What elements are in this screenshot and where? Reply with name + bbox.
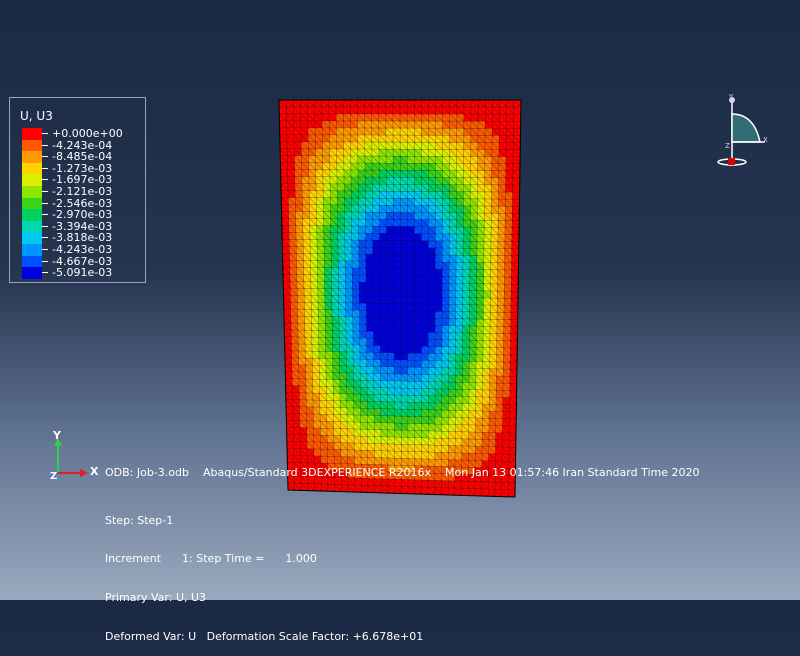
legend-tick: [42, 249, 48, 250]
contour-legend: U, U3 +0.000e+00 -4.243e-04 -8.485e-04 -1.2…: [9, 97, 146, 283]
legend-tick: [42, 144, 48, 146]
step-info: Step: Step-1: [105, 514, 174, 527]
legend-swatch: [22, 162, 42, 175]
legend-swatch: [22, 151, 42, 163]
legend-tick: [42, 272, 48, 274]
legend-tick: [42, 225, 48, 227]
compass-y-label: Y: [728, 93, 734, 101]
legend-tick: [42, 133, 48, 134]
primary-var-info: Primary Var: U, U3: [105, 591, 207, 604]
compass-z-label: Z: [725, 142, 730, 150]
coordinate-triad: [49, 438, 88, 478]
legend-tick: [42, 260, 48, 262]
legend-title: U, U3: [20, 109, 53, 123]
triad-y-label: Y: [53, 429, 61, 442]
view-compass[interactable]: Y X Z: [710, 90, 780, 175]
legend-swatch: [22, 244, 42, 256]
legend-tick: [42, 214, 48, 216]
legend-tick: [42, 156, 48, 158]
triad-z-label: Z: [50, 471, 58, 482]
legend-entry: -5.091e-03: [22, 266, 140, 280]
legend-swatch: [22, 232, 42, 244]
legend-tick: [42, 167, 48, 169]
legend-tick: [42, 179, 48, 181]
legend-swatch: [22, 186, 42, 198]
legend-swatch: [22, 139, 42, 152]
triad-x-label: X: [90, 465, 99, 478]
legend-swatch: [22, 128, 42, 140]
increment-info: Increment 1: Step Time = 1.000: [105, 552, 317, 565]
legend-tick: [42, 237, 48, 239]
legend-tick: [42, 202, 48, 204]
legend-tick: [42, 191, 48, 192]
legend-swatch: [22, 255, 42, 268]
legend-swatch: [22, 174, 42, 186]
deformed-var-info: Deformed Var: U Deformation Scale Factor…: [105, 630, 424, 643]
viewport-info-text: ODB: Job-3.odb Abaqus/Standard 3DEXPERIE…: [105, 440, 699, 656]
legend-swatch: [22, 209, 42, 221]
odb-info-line: ODB: Job-3.odb Abaqus/Standard 3DEXPERIE…: [105, 466, 700, 479]
compass-origin-marker[interactable]: [728, 158, 735, 165]
legend-swatch: [22, 220, 42, 233]
triad-x-arrow: [80, 469, 88, 477]
legend-swatch: [22, 267, 42, 279]
plate-mesh: [278, 99, 522, 498]
compass-quadrant: [731, 113, 761, 143]
legend-swatch: [22, 197, 42, 210]
compass-x-label: X: [763, 136, 768, 144]
legend-label: -5.091e-03: [52, 266, 113, 280]
